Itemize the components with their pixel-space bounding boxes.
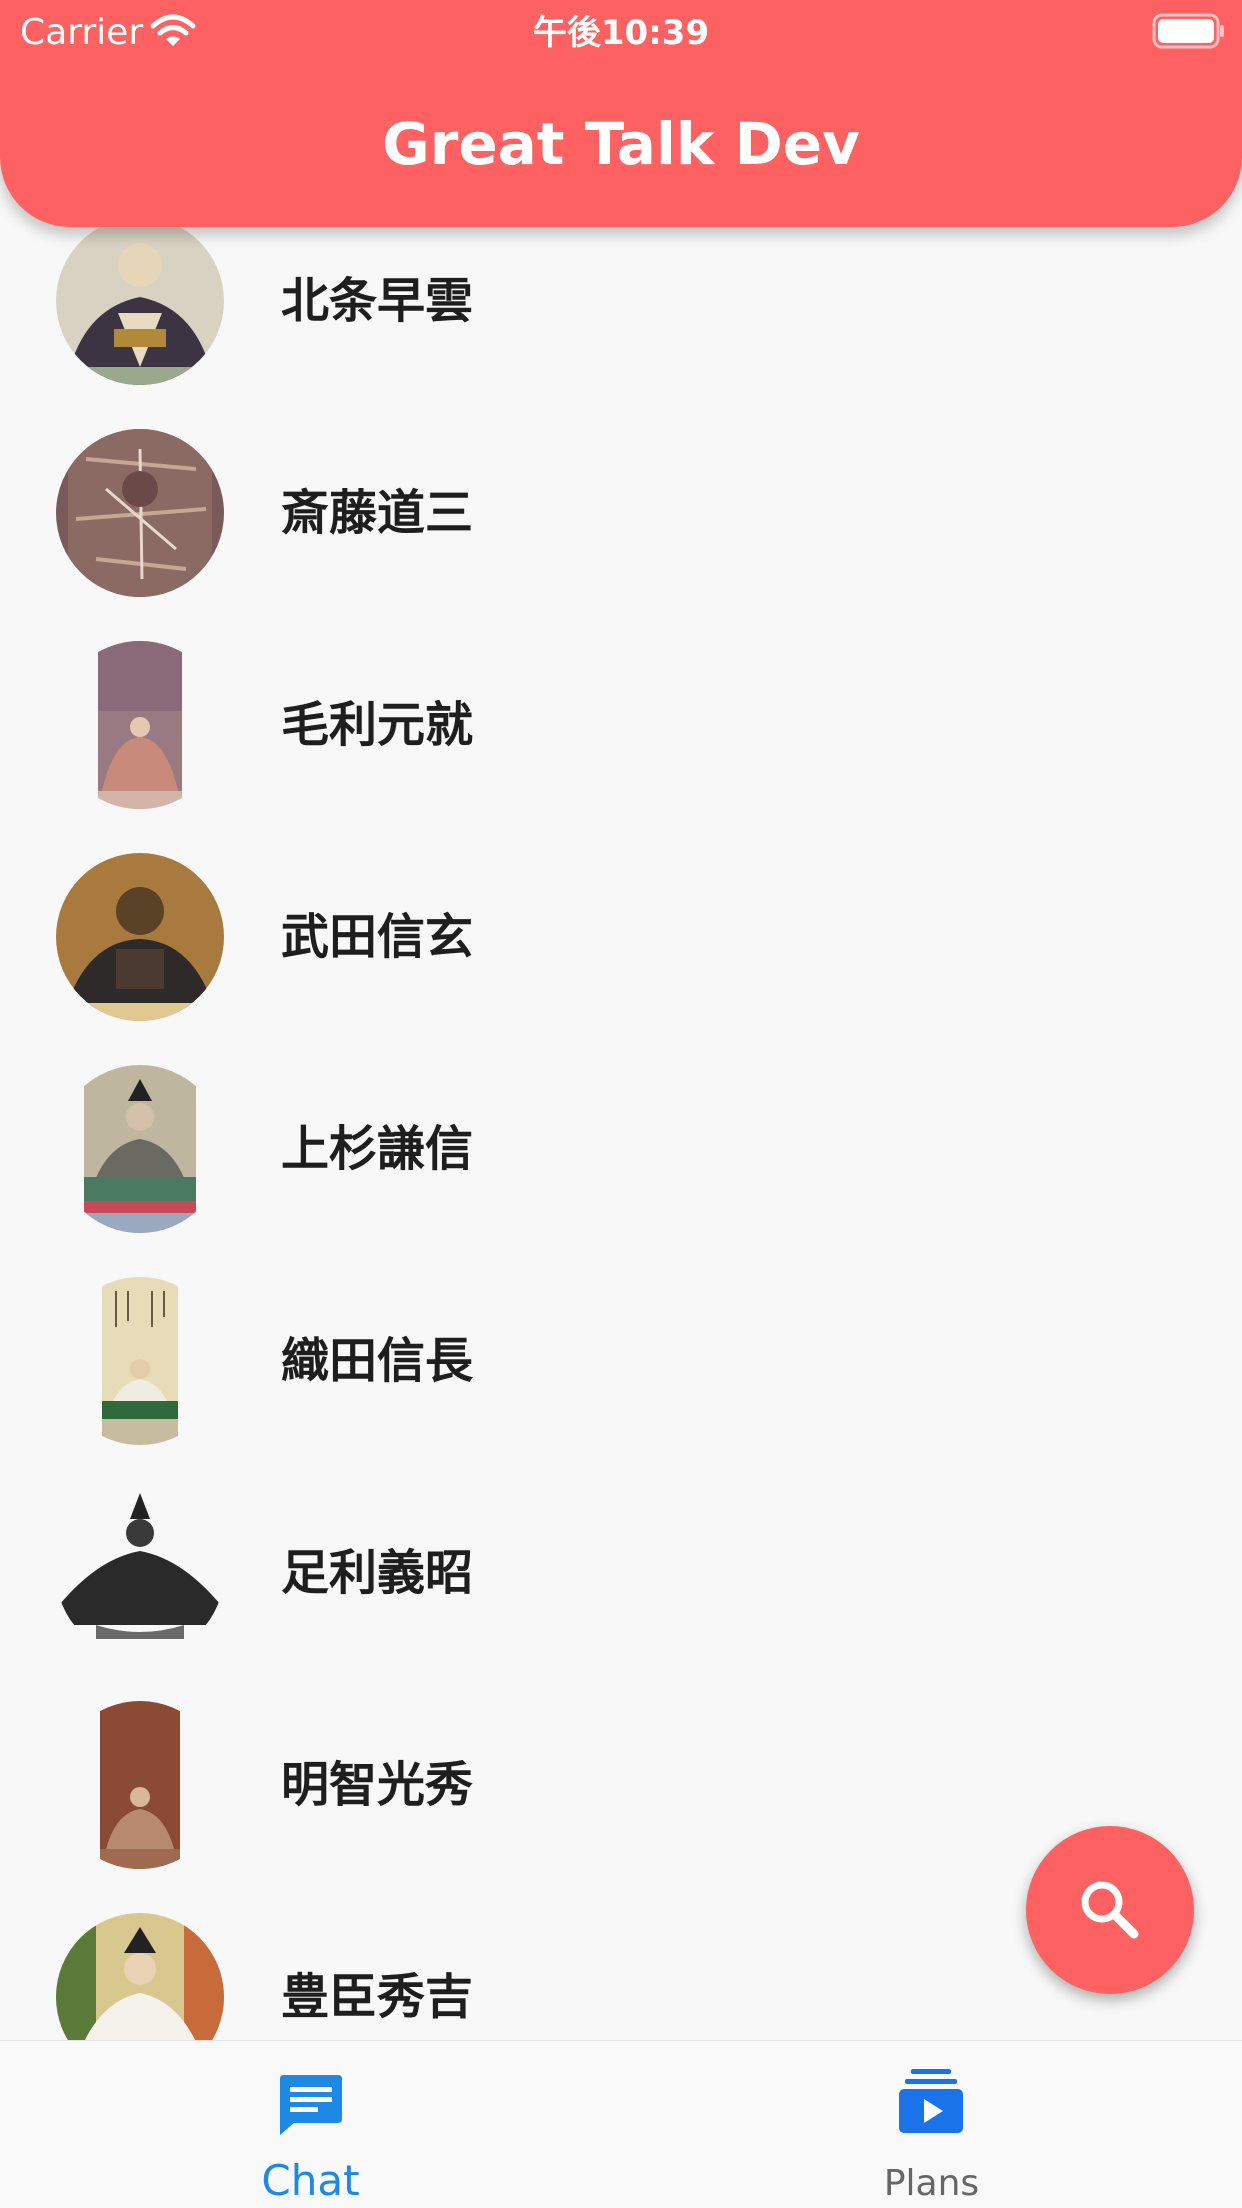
list-item[interactable]: 足利義昭 — [0, 1467, 1242, 1679]
avatar — [56, 429, 224, 597]
status-time: 午後10:39 — [532, 13, 710, 53]
bottom-navigation: Chat Plans — [0, 2040, 1242, 2208]
subscriptions-icon — [899, 2069, 963, 2133]
avatar — [56, 1913, 224, 2040]
tab-chat[interactable]: Chat — [0, 2041, 621, 2208]
avatar — [56, 1065, 224, 1233]
tab-plans-label: Plans — [883, 2163, 980, 2204]
avatar — [56, 641, 224, 809]
tab-plans[interactable]: Plans — [621, 2041, 1242, 2208]
search-button[interactable] — [1026, 1826, 1194, 1994]
person-name: 明智光秀 — [281, 1757, 474, 1813]
person-name: 武田信玄 — [281, 909, 474, 965]
avatar — [56, 1277, 224, 1445]
list-item[interactable]: 毛利元就 — [0, 619, 1242, 831]
list-item[interactable]: 斎藤道三 — [0, 407, 1242, 619]
screen: 北条早雲 斎藤道三 毛利元就 武田信玄 上杉謙信 織田信長 足利義昭 明智光秀 … — [0, 0, 1242, 2208]
people-list[interactable]: 北条早雲 斎藤道三 毛利元就 武田信玄 上杉謙信 織田信長 足利義昭 明智光秀 … — [0, 0, 1242, 2040]
person-name: 上杉謙信 — [281, 1121, 474, 1177]
person-name: 織田信長 — [281, 1333, 474, 1389]
tab-chat-label: Chat — [261, 2156, 360, 2205]
app-title: Great Talk Dev — [382, 110, 860, 178]
list-item[interactable]: 上杉謙信 — [0, 1043, 1242, 1255]
person-name: 豊臣秀吉 — [281, 1969, 474, 2025]
list-item[interactable]: 織田信長 — [0, 1255, 1242, 1467]
app-bar: Carrier 午後10:39 Great Talk Dev — [0, 0, 1242, 227]
avatar — [56, 1489, 224, 1657]
battery-icon — [1152, 13, 1224, 49]
search-icon — [1081, 1881, 1139, 1939]
person-name: 斎藤道三 — [281, 485, 474, 541]
avatar — [56, 853, 224, 1021]
person-name: 毛利元就 — [281, 697, 474, 753]
avatar — [56, 1701, 224, 1869]
chat-icon — [280, 2075, 342, 2135]
person-name: 北条早雲 — [281, 273, 474, 329]
avatar — [56, 217, 224, 385]
person-name: 足利義昭 — [281, 1545, 474, 1601]
list-item[interactable]: 武田信玄 — [0, 831, 1242, 1043]
